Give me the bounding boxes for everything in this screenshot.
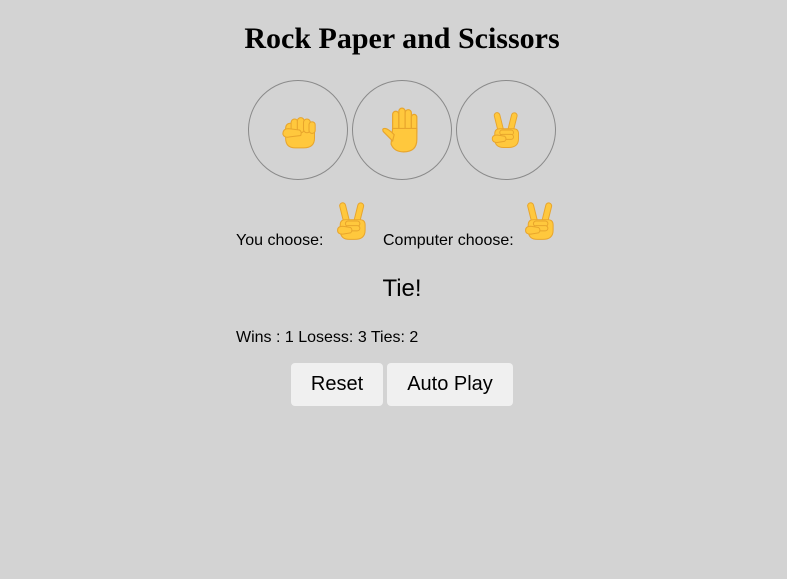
fist-icon xyxy=(276,108,320,152)
moves-display: You choose: Computer choose: xyxy=(236,192,636,252)
scissors-button[interactable] xyxy=(456,80,556,180)
reset-button[interactable]: Reset xyxy=(291,363,383,406)
player-choice-label: You choose: xyxy=(236,232,324,249)
victory-hand-icon xyxy=(486,110,526,150)
score-text: Wins : 1 Losess: 3 Ties: 2 xyxy=(236,329,419,346)
result-text: Tie! xyxy=(382,275,422,302)
page-title: Rock Paper and Scissors xyxy=(244,22,560,55)
rock-button[interactable] xyxy=(248,80,348,180)
victory-hand-icon xyxy=(331,194,373,248)
computer-choice-label: Computer choose: xyxy=(383,232,514,249)
choice-buttons xyxy=(248,80,556,180)
paper-button[interactable] xyxy=(352,80,452,180)
raised-hand-icon xyxy=(377,105,427,155)
auto-play-button[interactable]: Auto Play xyxy=(387,363,513,406)
victory-hand-icon xyxy=(519,194,561,248)
control-buttons: Reset Auto Play xyxy=(291,363,513,406)
